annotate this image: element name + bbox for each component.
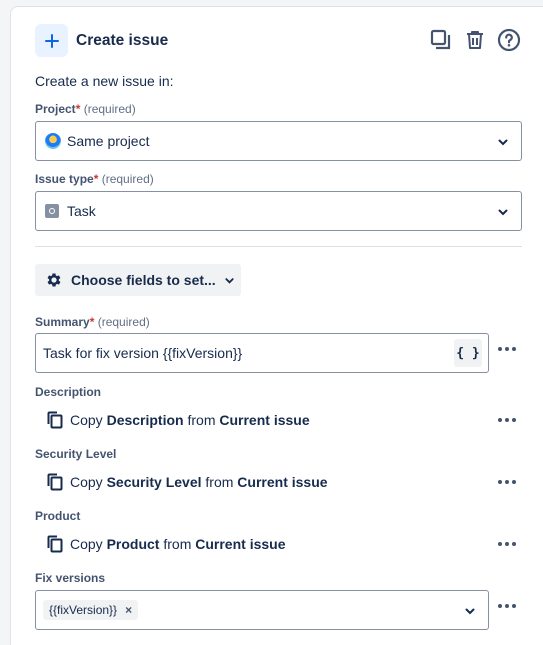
panel-header: Create issue [35, 24, 168, 57]
chevron-down-icon [497, 205, 509, 221]
copy-from: from [187, 412, 216, 428]
summary-label-text: Summary [35, 315, 90, 329]
more-options-icon[interactable] [495, 474, 519, 490]
copy-source: Current issue [195, 536, 286, 552]
copy-source: Current issue [237, 474, 328, 490]
copy-prefix: Copy [70, 474, 103, 490]
project-select[interactable]: Same project [35, 121, 522, 161]
product-copy-row[interactable]: Copy Product from Current issue [46, 535, 286, 553]
summary-value: Task for fix version {{fixVersion}} [43, 345, 243, 361]
header-actions [429, 28, 521, 52]
help-icon[interactable] [497, 28, 521, 52]
project-value: Same project [67, 133, 150, 149]
copy-icon [46, 535, 64, 553]
chevron-down-icon [497, 135, 509, 151]
more-options-icon[interactable] [495, 412, 519, 428]
gear-icon [45, 271, 63, 289]
trash-icon[interactable] [463, 28, 487, 52]
issue-type-label: Issue type* (required) [35, 172, 154, 186]
choose-fields-label: Choose fields to set... [71, 272, 216, 288]
copy-prefix: Copy [70, 536, 103, 552]
task-icon [45, 204, 59, 218]
smart-value-button[interactable]: { } [454, 339, 482, 367]
panel-title: Create issue [76, 31, 169, 49]
issue-type-label-text: Issue type [35, 172, 94, 186]
plus-icon[interactable] [35, 24, 68, 57]
copy-from: from [163, 536, 192, 552]
more-options-icon[interactable] [495, 341, 519, 357]
description-label: Description [35, 385, 102, 399]
required-note: (required) [97, 315, 150, 329]
required-star: * [89, 315, 95, 329]
fix-versions-select[interactable]: {{fixVersion}} × [35, 590, 489, 630]
chevron-down-icon [464, 604, 476, 622]
project-label: Project* (required) [35, 102, 136, 116]
security-level-label: Security Level [35, 447, 117, 461]
product-label: Product [35, 509, 81, 523]
tag-label: {{fixVersion}} [49, 603, 118, 617]
copy-field-name: Security Level [106, 474, 202, 490]
copy-source: Current issue [219, 412, 310, 428]
summary-label: Summary* (required) [35, 315, 150, 329]
fix-version-tag: {{fixVersion}} × [43, 600, 139, 620]
create-issue-panel: Create issue Create a new issue in: Proj… [10, 6, 543, 645]
more-options-icon[interactable] [495, 598, 519, 614]
copy-prefix: Copy [70, 412, 103, 428]
summary-input[interactable]: Task for fix version {{fixVersion}} { } [35, 333, 489, 373]
intro-text: Create a new issue in: [35, 73, 174, 89]
security-level-copy-row[interactable]: Copy Security Level from Current issue [46, 473, 328, 491]
description-copy-row[interactable]: Copy Description from Current issue [46, 411, 310, 429]
more-options-icon[interactable] [495, 536, 519, 552]
divider [35, 246, 522, 247]
copy-icon [46, 473, 64, 491]
chevron-down-icon [224, 275, 235, 286]
project-label-text: Project [35, 102, 76, 116]
required-note: (required) [83, 102, 136, 116]
issue-type-value: Task [67, 203, 96, 219]
required-star: * [93, 172, 99, 186]
copy-from: from [205, 474, 234, 490]
copy-field-name: Description [106, 412, 184, 428]
project-avatar-icon [45, 133, 61, 149]
duplicate-icon[interactable] [429, 28, 453, 52]
required-star: * [75, 102, 81, 116]
copy-field-name: Product [106, 536, 160, 552]
required-note: (required) [101, 172, 154, 186]
fix-versions-label: Fix versions [35, 571, 106, 585]
issue-type-select[interactable]: Task [35, 191, 522, 231]
remove-tag-icon[interactable]: × [125, 603, 132, 617]
choose-fields-button[interactable]: Choose fields to set... [35, 264, 241, 296]
copy-icon [46, 411, 64, 429]
